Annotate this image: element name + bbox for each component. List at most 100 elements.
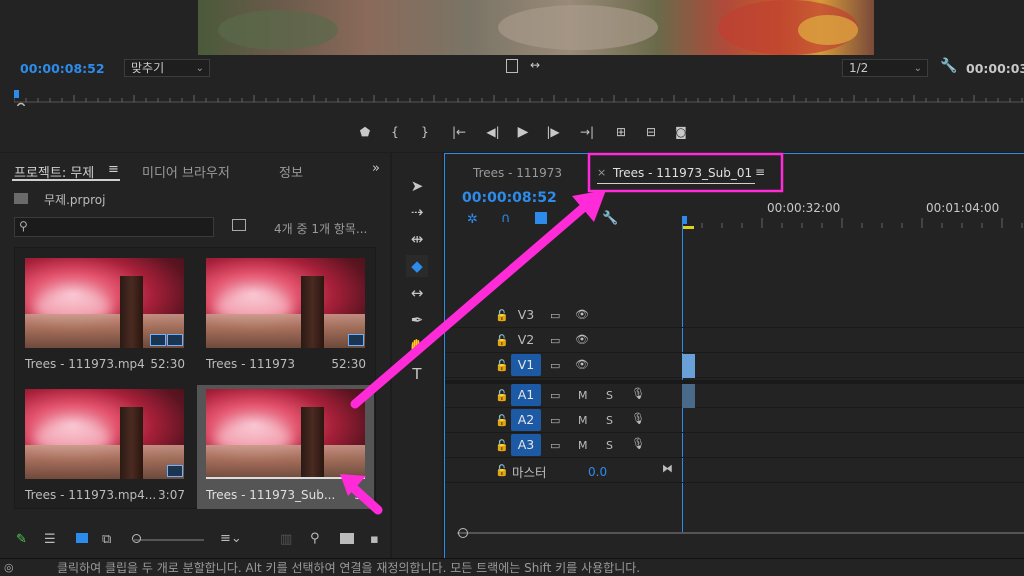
zoom-slider-handle[interactable] bbox=[132, 534, 141, 543]
sync-lock-icon[interactable]: ▭ bbox=[550, 334, 560, 347]
monitor-timecode[interactable]: 00:00:08:52 bbox=[20, 61, 105, 76]
step-forward-icon[interactable]: |▶ bbox=[538, 122, 568, 142]
program-video-frame bbox=[198, 0, 874, 55]
project-search-input[interactable]: ⚲ bbox=[14, 217, 214, 237]
sync-lock-icon[interactable]: ▭ bbox=[550, 389, 560, 402]
lock-icon[interactable]: 🔓 bbox=[495, 414, 509, 427]
selection-tool-icon[interactable]: ➤ bbox=[406, 175, 428, 197]
timeline-scrollbar[interactable] bbox=[457, 532, 1024, 534]
lock-icon[interactable]: 🔓 bbox=[495, 439, 509, 452]
linked-selection-icon[interactable] bbox=[535, 212, 547, 224]
nest-icon[interactable]: ✲ bbox=[467, 212, 478, 227]
audio-clip[interactable] bbox=[682, 384, 695, 408]
lock-icon[interactable]: 🔓 bbox=[495, 464, 509, 477]
sort-icon[interactable]: ≡⌄ bbox=[220, 531, 242, 546]
slip-tool-icon[interactable]: ↔ bbox=[406, 282, 428, 304]
mute-button[interactable]: M bbox=[578, 389, 588, 402]
timeline-ruler[interactable] bbox=[682, 214, 1024, 230]
lock-icon[interactable]: 🔓 bbox=[495, 389, 509, 402]
mute-button[interactable]: M bbox=[578, 414, 588, 427]
lock-icon[interactable]: 🔓 bbox=[495, 359, 509, 372]
sync-lock-icon[interactable]: ▭ bbox=[550, 414, 560, 427]
timeline-timecode[interactable]: 00:00:08:52 bbox=[462, 190, 557, 206]
pencil-icon[interactable]: ✎ bbox=[16, 532, 27, 547]
track-label[interactable]: A2 bbox=[511, 409, 541, 431]
subclip-duration: 3:07 bbox=[158, 488, 185, 502]
microphone-icon[interactable]: 🎙 bbox=[631, 437, 645, 450]
eye-icon[interactable]: 👁 bbox=[575, 358, 589, 371]
pen-tool-icon[interactable]: ✒ bbox=[406, 309, 428, 331]
film-icon[interactable] bbox=[506, 59, 518, 73]
find-icon[interactable]: ⚲ bbox=[310, 531, 320, 546]
timeline-scroll-handle[interactable] bbox=[458, 528, 468, 538]
new-item-icon[interactable]: ▪ bbox=[370, 532, 379, 547]
track-label[interactable]: V2 bbox=[511, 329, 541, 351]
overwrite-icon[interactable]: ⊟ bbox=[636, 122, 666, 142]
snap-icon[interactable]: ∩ bbox=[501, 211, 511, 226]
zoom-slider[interactable] bbox=[134, 539, 204, 541]
ripple-edit-tool-icon[interactable]: ⇹ bbox=[406, 228, 428, 250]
freeform-view-icon[interactable]: ⧉ bbox=[102, 532, 111, 547]
razor-tool-icon[interactable]: ◆ bbox=[406, 255, 428, 277]
resolution-dropdown[interactable]: 1/2 ⌄ bbox=[842, 59, 928, 77]
new-bin-from-search-icon[interactable] bbox=[232, 219, 246, 231]
camera-icon[interactable]: ◙ bbox=[666, 122, 696, 142]
eye-icon[interactable]: 👁 bbox=[575, 308, 589, 321]
monitor-time-ruler[interactable] bbox=[13, 90, 1024, 112]
go-to-in-icon[interactable]: |← bbox=[440, 122, 478, 142]
status-icon: ◎ bbox=[4, 561, 14, 574]
wrench-icon[interactable]: 🔧 bbox=[602, 211, 618, 226]
solo-button[interactable]: S bbox=[606, 439, 613, 452]
track-label[interactable]: V3 bbox=[511, 304, 541, 326]
subsequence-thumbnail[interactable] bbox=[206, 389, 365, 479]
automate-to-sequence-icon[interactable]: ▥ bbox=[280, 532, 292, 547]
icon-view-icon[interactable] bbox=[76, 533, 88, 543]
lock-icon[interactable]: 🔓 bbox=[495, 334, 509, 347]
microphone-icon[interactable]: 🎙 bbox=[631, 387, 645, 400]
mark-out-icon[interactable]: } bbox=[410, 122, 440, 142]
master-volume[interactable]: 0.0 bbox=[588, 465, 607, 479]
panel-menu-icon[interactable]: ≡ bbox=[108, 162, 119, 177]
clip-thumbnail[interactable] bbox=[25, 258, 184, 348]
lock-icon[interactable]: 🔓 bbox=[495, 309, 509, 322]
video-clip-badge-icon bbox=[150, 334, 166, 346]
drag-handle-icon[interactable]: ↔ bbox=[530, 58, 540, 72]
panel-overflow-icon[interactable]: » bbox=[372, 161, 380, 176]
sequence-thumbnail[interactable] bbox=[206, 258, 365, 348]
sync-lock-icon[interactable]: ▭ bbox=[550, 439, 560, 452]
wrench-icon[interactable]: 🔧 bbox=[940, 58, 957, 74]
subclip-thumbnail[interactable] bbox=[25, 389, 184, 479]
fit-dropdown[interactable]: 맞추기 ⌄ bbox=[124, 59, 210, 77]
sync-lock-icon[interactable]: ▭ bbox=[550, 309, 560, 322]
insert-icon[interactable]: ⊞ bbox=[606, 122, 636, 142]
tab-subsequence[interactable]: Trees - 111973_Sub_01 bbox=[613, 166, 752, 180]
solo-button[interactable]: S bbox=[606, 414, 613, 427]
mark-in-icon[interactable]: { bbox=[380, 122, 410, 142]
tab-sequence[interactable]: Trees - 111973 bbox=[473, 166, 562, 180]
step-back-icon[interactable]: ◀| bbox=[478, 122, 508, 142]
eye-icon[interactable]: 👁 bbox=[575, 333, 589, 346]
track-label[interactable]: A1 bbox=[511, 384, 541, 406]
tab-info[interactable]: 정보 bbox=[279, 162, 303, 181]
close-icon[interactable]: × bbox=[597, 166, 606, 179]
marker-icon[interactable]: ⬟ bbox=[350, 122, 380, 142]
track-label[interactable]: A3 bbox=[511, 434, 541, 456]
go-to-end-icon[interactable]: ⧓ bbox=[662, 462, 673, 475]
play-icon[interactable]: ▶ bbox=[508, 122, 538, 142]
ruler-label: 00:01:04:00 bbox=[926, 201, 1000, 215]
video-clip[interactable] bbox=[682, 354, 695, 378]
track-select-tool-icon[interactable]: ⇢ bbox=[406, 201, 428, 223]
sequence-duration: 52:30 bbox=[331, 357, 366, 371]
hand-tool-icon[interactable]: ✋ bbox=[406, 336, 428, 358]
go-to-out-icon[interactable]: →| bbox=[568, 122, 606, 142]
type-tool-icon[interactable]: T bbox=[406, 363, 428, 385]
panel-menu-icon[interactable]: ≡ bbox=[755, 165, 765, 179]
tab-media-browser[interactable]: 미디어 브라우저 bbox=[142, 162, 230, 181]
track-label[interactable]: V1 bbox=[511, 354, 541, 376]
sync-lock-icon[interactable]: ▭ bbox=[550, 359, 560, 372]
solo-button[interactable]: S bbox=[606, 389, 613, 402]
new-bin-icon[interactable] bbox=[340, 533, 354, 544]
microphone-icon[interactable]: 🎙 bbox=[631, 412, 645, 425]
mute-button[interactable]: M bbox=[578, 439, 588, 452]
list-view-icon[interactable]: ☰ bbox=[44, 532, 56, 547]
